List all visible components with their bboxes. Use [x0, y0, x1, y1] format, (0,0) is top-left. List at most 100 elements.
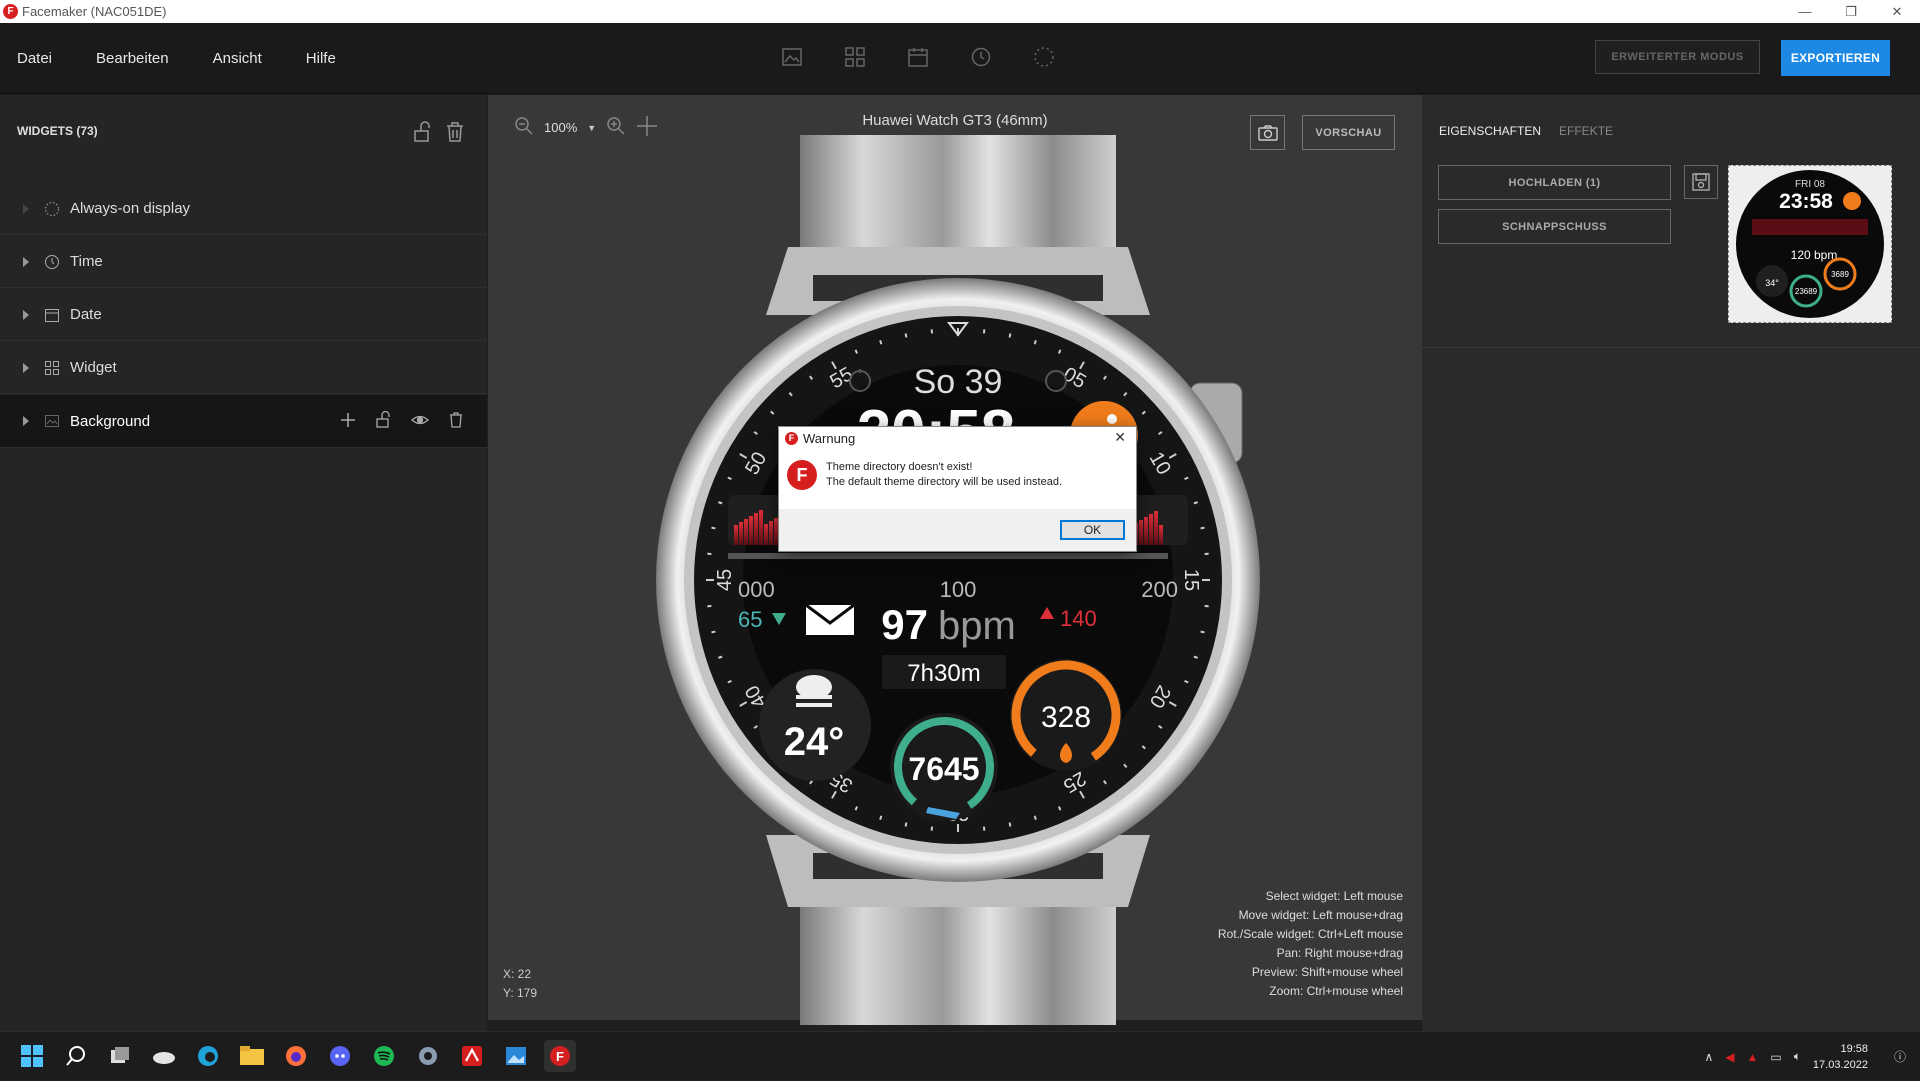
trash-icon[interactable] [444, 121, 466, 143]
bezel-tick [712, 528, 716, 529]
help-line: Preview: Shift+mouse wheel [1218, 963, 1403, 982]
help-line: Zoom: Ctrl+mouse wheel [1218, 982, 1403, 1001]
bezel-tick [712, 632, 716, 633]
antivirus-icon[interactable] [456, 1040, 488, 1072]
app-logo-icon: F [787, 460, 817, 490]
help-line: Pan: Right mouse+drag [1218, 944, 1403, 963]
expand-arrow-icon[interactable] [23, 363, 29, 373]
watch-preview[interactable]: 0510152025303540455055 So 39 20:58 000 1… [638, 135, 1278, 1025]
bezel-tick [718, 657, 722, 658]
tree-item-time[interactable]: Time [0, 236, 487, 288]
upload-button[interactable]: HOCHLADEN (1) [1438, 165, 1671, 200]
file-explorer-icon[interactable] [236, 1040, 268, 1072]
photo-app-icon[interactable] [500, 1040, 532, 1072]
hr-min: 65 [738, 607, 762, 632]
day-label: So 39 [914, 363, 1003, 401]
bezel-tick [1201, 632, 1205, 633]
thumb-date: FRI 08 [1795, 179, 1825, 190]
hr-bar [759, 510, 763, 545]
hr-unit: bpm [938, 604, 1016, 648]
aod-tool-icon[interactable] [1032, 45, 1056, 69]
menu-bearbeiten[interactable]: Bearbeiten [96, 50, 169, 67]
close-icon[interactable]: ✕ [1874, 0, 1920, 23]
close-icon[interactable]: ✕ [1114, 429, 1126, 446]
volume-icon[interactable]: 🔈︎ [1794, 1049, 1801, 1064]
expand-arrow-icon[interactable] [23, 416, 29, 426]
task-view-icon[interactable] [104, 1040, 136, 1072]
expand-arrow-icon[interactable] [23, 204, 29, 214]
expand-arrow-icon[interactable] [23, 310, 29, 320]
thumb-bpm: 120 bpm [1791, 248, 1838, 262]
hr-bar [754, 513, 758, 545]
eye-icon[interactable] [411, 411, 429, 434]
taskbar: F ∧ ◀ ▲ ▭ 🔈︎ 19:58 17.03.2022 ⓘ [0, 1031, 1920, 1080]
facemaker-taskbar-icon[interactable]: F [544, 1040, 576, 1072]
tree-item-background[interactable]: Background [0, 395, 487, 448]
bezel-tick [1194, 502, 1198, 503]
hr-scale-line [728, 553, 1168, 559]
minimize-icon[interactable]: — [1782, 0, 1828, 23]
unlock-icon[interactable] [412, 121, 434, 143]
add-icon[interactable] [339, 411, 357, 434]
bezel-tick [906, 334, 907, 338]
window-title: Facemaker (NAC051DE) [22, 4, 167, 19]
widgets-panel: WIDGETS (73) Always-on display Time Date… [0, 95, 487, 1031]
snapshot-button[interactable]: SCHNAPPSCHUSS [1438, 209, 1671, 244]
bezel-tick [880, 816, 881, 820]
help-line: Select widget: Left mouse [1218, 887, 1403, 906]
thumb-time: 23:58 [1779, 190, 1833, 213]
advanced-mode-button[interactable]: ERWEITERTER MODUS [1595, 40, 1760, 74]
hr-bar [1139, 520, 1143, 545]
tab-eigenschaften[interactable]: EIGENSCHAFTEN [1439, 124, 1541, 138]
onedrive-icon[interactable] [148, 1040, 180, 1072]
divider [1422, 347, 1920, 348]
image-tool-icon[interactable] [780, 45, 804, 69]
date-tool-icon[interactable] [906, 45, 930, 69]
discord-icon[interactable] [324, 1040, 356, 1072]
coord-y: Y: 179 [503, 984, 537, 1003]
tree-item-widget[interactable]: Widget [0, 342, 487, 394]
taskbar-time[interactable]: 19:58 [1813, 1041, 1868, 1057]
menu-hilfe[interactable]: Hilfe [306, 50, 336, 67]
edge-icon[interactable] [192, 1040, 224, 1072]
settings-icon[interactable] [412, 1040, 444, 1072]
speaker-alert-icon[interactable]: ◀ [1725, 1050, 1734, 1064]
search-icon[interactable] [60, 1040, 92, 1072]
hr-max: 140 [1060, 606, 1097, 631]
tree-item-date[interactable]: Date [0, 289, 487, 341]
tree-item-always-on-display[interactable]: Always-on display [0, 183, 487, 235]
preview-button[interactable]: VORSCHAU [1302, 115, 1395, 150]
widgets-header: WIDGETS (73) [17, 124, 98, 138]
help-text: Select widget: Left mouse Move widget: L… [1218, 887, 1403, 1001]
save-icon[interactable] [1684, 165, 1718, 199]
spotify-icon[interactable] [368, 1040, 400, 1072]
network-icon[interactable]: ▭ [1770, 1050, 1781, 1064]
trash-icon[interactable] [447, 411, 465, 434]
notification-icon[interactable]: ⓘ [1894, 1048, 1906, 1065]
tab-effekte[interactable]: EFFEKTE [1559, 124, 1613, 138]
firefox-icon[interactable] [280, 1040, 312, 1072]
editor-canvas[interactable]: 100% ▼ Huawei Watch GT3 (46mm) 46mm, 466… [488, 95, 1422, 1020]
background-thumbnail[interactable]: FRI 08 23:58 120 bpm 34° 23689 3689 [1728, 165, 1892, 323]
time-tool-icon[interactable] [969, 45, 993, 69]
expand-arrow-icon[interactable] [23, 257, 29, 267]
title-bar: F Facemaker (NAC051DE) — ❐ ✕ [0, 0, 1920, 23]
menu-ansicht[interactable]: Ansicht [213, 50, 262, 67]
antivirus-tray-icon[interactable]: ▲ [1746, 1050, 1758, 1064]
properties-panel: EIGENSCHAFTEN EFFEKTE HOCHLADEN (1) SCHN… [1422, 95, 1920, 1031]
ok-button[interactable]: OK [1060, 520, 1125, 540]
unlock-icon[interactable] [375, 411, 393, 434]
hr-bar [1159, 525, 1163, 545]
widget-tool-icon[interactable] [843, 45, 867, 69]
scale-left: 000 [738, 577, 775, 602]
taskbar-date[interactable]: 17.03.2022 [1813, 1057, 1868, 1073]
windows-start-icon[interactable] [16, 1040, 48, 1072]
clock-icon [44, 254, 60, 270]
menu-datei[interactable]: Datei [17, 50, 52, 67]
chevron-up-icon[interactable]: ∧ [1704, 1050, 1713, 1064]
export-button[interactable]: EXPORTIEREN [1781, 40, 1890, 76]
calendar-icon [44, 307, 60, 323]
hr-bar [749, 516, 753, 545]
restore-icon[interactable]: ❐ [1828, 0, 1874, 23]
calories-value: 328 [1041, 701, 1091, 734]
